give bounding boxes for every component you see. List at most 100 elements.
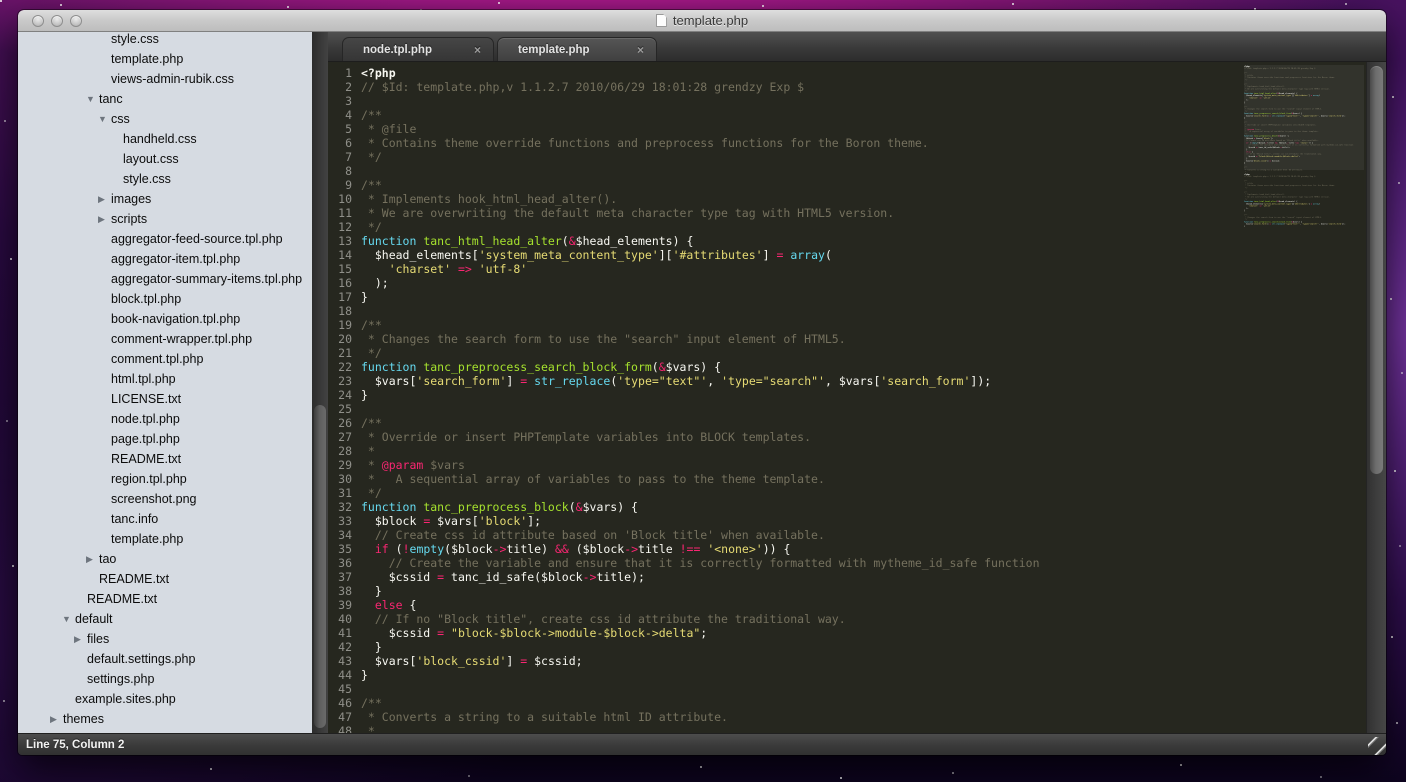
minimize-window-button[interactable] <box>51 15 63 27</box>
close-window-button[interactable] <box>32 15 44 27</box>
folder-collapsed-icon[interactable]: ▶ <box>50 714 63 725</box>
tab-node.tpl.php[interactable]: node.tpl.php× <box>342 37 494 61</box>
folder-collapsed-icon[interactable]: ▶ <box>98 214 111 225</box>
code-line-21[interactable]: 21 */ <box>328 346 1386 360</box>
tree-file-block.tpl.php[interactable]: block.tpl.php <box>18 289 312 309</box>
tree-file-style.css[interactable]: style.css <box>18 169 312 189</box>
code-line-30[interactable]: 30 * A sequential array of variables to … <box>328 472 1386 486</box>
code-line-4[interactable]: 4/** <box>328 108 1386 122</box>
code-line-34[interactable]: 34 // Create css id attribute based on '… <box>328 528 1386 542</box>
folder-expanded-icon[interactable]: ▼ <box>98 114 111 124</box>
code-line-38[interactable]: 38 } <box>328 584 1386 598</box>
code-line-27[interactable]: 27 * Override or insert PHPTemplate vari… <box>328 430 1386 444</box>
tree-folder-tao[interactable]: ▶tao <box>18 549 312 569</box>
code-line-43[interactable]: 43 $vars['block_cssid'] = $cssid; <box>328 654 1386 668</box>
code-line-37[interactable]: 37 $cssid = tanc_id_safe($block->title); <box>328 570 1386 584</box>
code-editor[interactable]: 1<?php2// $Id: template.php,v 1.1.2.7 20… <box>328 62 1386 733</box>
code-line-11[interactable]: 11 * We are overwriting the default meta… <box>328 206 1386 220</box>
code-line-13[interactable]: 13function tanc_html_head_alter(&$head_e… <box>328 234 1386 248</box>
code-line-20[interactable]: 20 * Changes the search form to use the … <box>328 332 1386 346</box>
tree-folder-themes[interactable]: ▶themes <box>18 709 312 729</box>
folder-collapsed-icon[interactable]: ▶ <box>74 634 87 645</box>
minimap-viewport-indicator[interactable] <box>1244 65 1364 170</box>
code-line-41[interactable]: 41 $cssid = "block-$block->module-$block… <box>328 626 1386 640</box>
folder-collapsed-icon[interactable]: ▶ <box>86 554 99 565</box>
code-line-29[interactable]: 29 * @param $vars <box>328 458 1386 472</box>
folder-expanded-icon[interactable]: ▼ <box>86 94 99 104</box>
code-line-14[interactable]: 14 $head_elements['system_meta_content_t… <box>328 248 1386 262</box>
code-line-36[interactable]: 36 // Create the variable and ensure tha… <box>328 556 1386 570</box>
tree-file-aggregator-feed-source.tpl.php[interactable]: aggregator-feed-source.tpl.php <box>18 229 312 249</box>
code-line-25[interactable]: 25 <box>328 402 1386 416</box>
tab-template.php[interactable]: template.php× <box>497 37 657 61</box>
tree-file-page.tpl.php[interactable]: page.tpl.php <box>18 429 312 449</box>
code-line-39[interactable]: 39 else { <box>328 598 1386 612</box>
tree-file-style.css[interactable]: style.css <box>18 32 312 49</box>
tree-file-default.settings.php[interactable]: default.settings.php <box>18 649 312 669</box>
code-line-6[interactable]: 6 * Contains theme override functions an… <box>328 136 1386 150</box>
code-line-18[interactable]: 18 <box>328 304 1386 318</box>
tree-folder-tanc[interactable]: ▼tanc <box>18 89 312 109</box>
code-line-3[interactable]: 3 <box>328 94 1386 108</box>
code-line-47[interactable]: 47 * Converts a string to a suitable htm… <box>328 710 1386 724</box>
tree-folder-images[interactable]: ▶images <box>18 189 312 209</box>
tree-file-screenshot.png[interactable]: screenshot.png <box>18 489 312 509</box>
tree-file-region.tpl.php[interactable]: region.tpl.php <box>18 469 312 489</box>
editor-scrollbar[interactable] <box>1366 62 1386 733</box>
tree-file-views-admin-rubik.css[interactable]: views-admin-rubik.css <box>18 69 312 89</box>
window-titlebar[interactable]: template.php <box>18 10 1386 32</box>
code-line-10[interactable]: 10 * Implements hook_html_head_alter(). <box>328 192 1386 206</box>
tree-file-comment.tpl.php[interactable]: comment.tpl.php <box>18 349 312 369</box>
tree-file-README.txt[interactable]: README.txt <box>18 589 312 609</box>
sidebar-scrollbar-thumb[interactable] <box>314 405 326 728</box>
tree-file-tanc.info[interactable]: tanc.info <box>18 509 312 529</box>
tree-file-aggregator-summary-items.tpl.php[interactable]: aggregator-summary-items.tpl.php <box>18 269 312 289</box>
tree-file-README.txt[interactable]: README.txt <box>18 449 312 469</box>
code-line-9[interactable]: 9/** <box>328 178 1386 192</box>
tree-folder-css[interactable]: ▼css <box>18 109 312 129</box>
code-line-24[interactable]: 24} <box>328 388 1386 402</box>
sidebar-scrollbar[interactable] <box>312 32 328 733</box>
tree-file-example.sites.php[interactable]: example.sites.php <box>18 689 312 709</box>
code-line-48[interactable]: 48 * <box>328 724 1386 733</box>
tree-file-book-navigation.tpl.php[interactable]: book-navigation.tpl.php <box>18 309 312 329</box>
code-line-45[interactable]: 45 <box>328 682 1386 696</box>
tree-file-layout.css[interactable]: layout.css <box>18 149 312 169</box>
code-line-17[interactable]: 17} <box>328 290 1386 304</box>
code-line-32[interactable]: 32function tanc_preprocess_block(&$vars)… <box>328 500 1386 514</box>
code-line-31[interactable]: 31 */ <box>328 486 1386 500</box>
code-line-12[interactable]: 12 */ <box>328 220 1386 234</box>
tree-folder-scripts[interactable]: ▶scripts <box>18 209 312 229</box>
tree-file-aggregator-item.tpl.php[interactable]: aggregator-item.tpl.php <box>18 249 312 269</box>
code-line-35[interactable]: 35 if (!empty($block->title) && ($block-… <box>328 542 1386 556</box>
code-line-8[interactable]: 8 <box>328 164 1386 178</box>
code-line-26[interactable]: 26/** <box>328 416 1386 430</box>
tab-close-icon[interactable]: × <box>474 44 481 56</box>
code-line-22[interactable]: 22function tanc_preprocess_search_block_… <box>328 360 1386 374</box>
code-area[interactable]: 1<?php2// $Id: template.php,v 1.1.2.7 20… <box>328 62 1386 733</box>
tree-file-LICENSE.txt[interactable]: LICENSE.txt <box>18 389 312 409</box>
folder-collapsed-icon[interactable]: ▶ <box>98 194 111 205</box>
code-line-15[interactable]: 15 'charset' => 'utf-8' <box>328 262 1386 276</box>
code-line-16[interactable]: 16 ); <box>328 276 1386 290</box>
tree-file-settings.php[interactable]: settings.php <box>18 669 312 689</box>
code-line-19[interactable]: 19/** <box>328 318 1386 332</box>
code-line-28[interactable]: 28 * <box>328 444 1386 458</box>
code-line-1[interactable]: 1<?php <box>328 66 1386 80</box>
editor-scrollbar-thumb[interactable] <box>1370 66 1383 474</box>
folder-expanded-icon[interactable]: ▼ <box>62 614 75 624</box>
code-line-2[interactable]: 2// $Id: template.php,v 1.1.2.7 2010/06/… <box>328 80 1386 94</box>
code-line-46[interactable]: 46/** <box>328 696 1386 710</box>
tree-file-template.php[interactable]: template.php <box>18 529 312 549</box>
code-line-42[interactable]: 42 } <box>328 640 1386 654</box>
tree-file-html.tpl.php[interactable]: html.tpl.php <box>18 369 312 389</box>
tab-close-icon[interactable]: × <box>637 44 644 56</box>
resize-grip[interactable] <box>1368 737 1386 755</box>
tree-file-README.txt[interactable]: README.txt <box>18 569 312 589</box>
code-line-23[interactable]: 23 $vars['search_form'] = str_replace('t… <box>328 374 1386 388</box>
code-line-44[interactable]: 44} <box>328 668 1386 682</box>
tree-folder-files[interactable]: ▶files <box>18 629 312 649</box>
code-line-7[interactable]: 7 */ <box>328 150 1386 164</box>
tree-file-handheld.css[interactable]: handheld.css <box>18 129 312 149</box>
code-line-33[interactable]: 33 $block = $vars['block']; <box>328 514 1386 528</box>
